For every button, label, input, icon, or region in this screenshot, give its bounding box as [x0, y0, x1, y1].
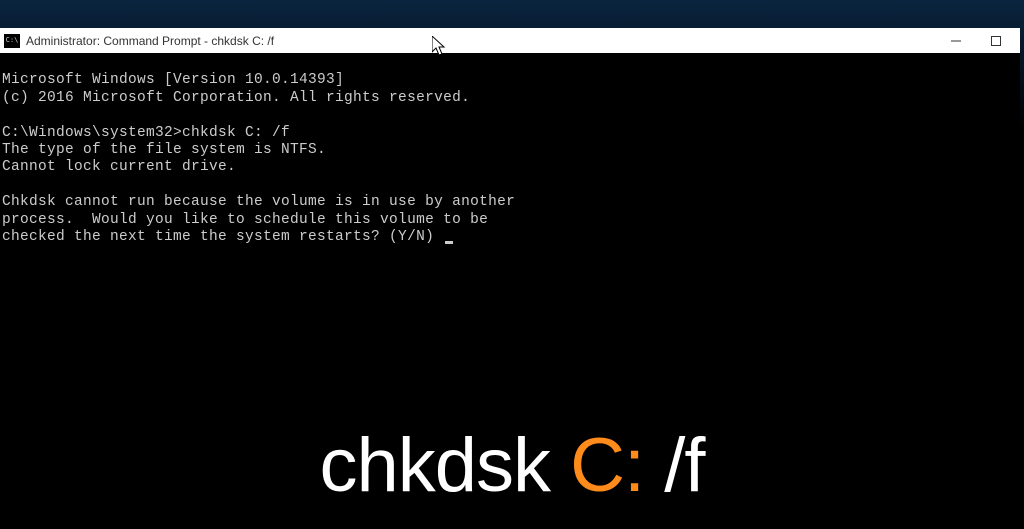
- maximize-button[interactable]: [976, 28, 1016, 53]
- terminal-line: checked the next time the system restart…: [2, 229, 453, 245]
- minimize-button[interactable]: [936, 28, 976, 53]
- terminal-line: process. Would you like to schedule this…: [2, 212, 488, 228]
- caption-part-2: C:: [570, 423, 644, 508]
- overlay-caption: chkdsk C: /f: [0, 422, 1024, 509]
- terminal-line: Chkdsk cannot run because the volume is …: [2, 194, 515, 210]
- window-controls: [936, 28, 1016, 53]
- terminal-cursor: [445, 241, 453, 244]
- terminal-line: Cannot lock current drive.: [2, 159, 236, 175]
- terminal-line: Microsoft Windows [Version 10.0.14393]: [2, 72, 344, 88]
- caption-part-3: /f: [644, 423, 704, 508]
- caption-part-1: chkdsk: [319, 423, 570, 508]
- terminal-line: The type of the file system is NTFS.: [2, 142, 326, 158]
- cmd-icon: [4, 34, 20, 48]
- terminal-prompt-line: C:\Windows\system32>chkdsk C: /f: [2, 125, 290, 141]
- window-title: Administrator: Command Prompt - chkdsk C…: [26, 34, 936, 48]
- terminal-line: (c) 2016 Microsoft Corporation. All righ…: [2, 90, 470, 106]
- titlebar[interactable]: Administrator: Command Prompt - chkdsk C…: [0, 28, 1020, 53]
